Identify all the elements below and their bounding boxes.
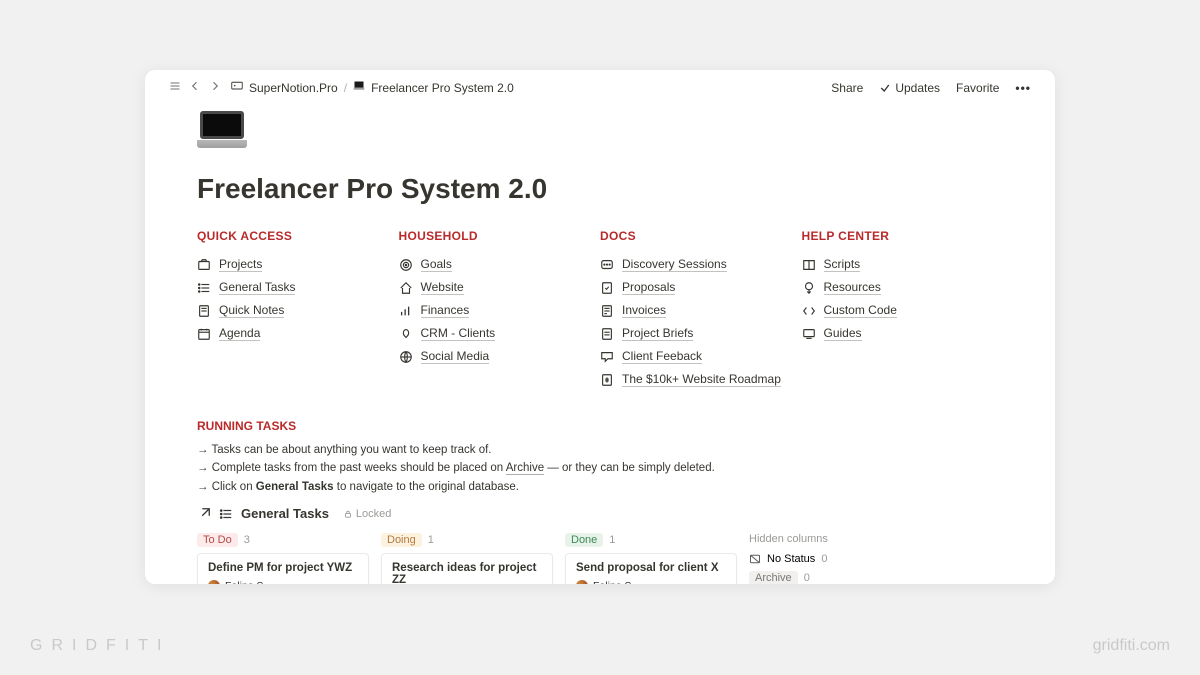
status-tag-done[interactable]: Done (565, 533, 603, 547)
list-icon (219, 507, 233, 521)
section-heading: QUICK ACCESS (197, 229, 399, 243)
card-title: Define PM for project YWZ (208, 562, 358, 574)
avatar-icon (208, 580, 220, 584)
done-count: 1 (609, 534, 615, 546)
quick-links-grid: QUICK ACCESS Projects General Tasks Quic… (197, 229, 1003, 391)
page-icon-small (353, 80, 365, 95)
workspace-icon (231, 80, 243, 95)
section-quick-access: QUICK ACCESS Projects General Tasks Quic… (197, 229, 399, 391)
back-arrow-icon[interactable] (189, 80, 201, 95)
status-tag-doing[interactable]: Doing (381, 533, 422, 547)
page-title: Freelancer Pro System 2.0 (197, 173, 1003, 205)
running-tasks-section: RUNNING TASKS → Tasks can be about anyth… (197, 419, 1003, 584)
topbar: SuperNotion.Pro / Freelancer Pro System … (145, 70, 1055, 95)
running-tasks-heading: RUNNING TASKS (197, 419, 1003, 433)
status-tag-todo[interactable]: To Do (197, 533, 238, 547)
favorite-button[interactable]: Favorite (956, 81, 999, 95)
section-household: HOUSEHOLD Goals Website Finances (399, 229, 601, 391)
page-cover-icon[interactable] (197, 111, 247, 155)
link-project-briefs[interactable]: Project Briefs (600, 322, 802, 345)
link-resources[interactable]: Resources (802, 276, 1004, 299)
section-heading: DOCS (600, 229, 802, 243)
task-card[interactable]: Send proposal for client X Felipe S. Mar… (565, 553, 737, 584)
app-window: SuperNotion.Pro / Freelancer Pro System … (145, 70, 1055, 584)
locked-indicator: Locked (343, 508, 391, 520)
hidden-columns-heading: Hidden columns (749, 529, 899, 545)
watermark-left: GRIDFITI (30, 637, 170, 655)
link-proposals[interactable]: Proposals (600, 276, 802, 299)
link-general-tasks[interactable]: General Tasks (197, 276, 399, 299)
running-tasks-note-3: → Click on General Tasks to navigate to … (197, 478, 1003, 496)
hidden-column-archive[interactable]: Archive 0 (749, 571, 899, 584)
running-tasks-note-1: → Tasks can be about anything you want t… (197, 441, 1003, 459)
link-social-media[interactable]: Social Media (399, 345, 601, 368)
avatar-icon (576, 580, 588, 584)
hidden-column-no-status[interactable]: No Status 0 (749, 553, 899, 565)
todo-count: 3 (244, 534, 250, 546)
crumb-root[interactable]: SuperNotion.Pro (249, 81, 338, 95)
section-docs: DOCS Discovery Sessions Proposals Invoic… (600, 229, 802, 391)
link-scripts[interactable]: Scripts (802, 253, 1004, 276)
link-custom-code[interactable]: Custom Code (802, 299, 1004, 322)
database-title[interactable]: General Tasks (241, 506, 329, 521)
card-author: Felipe S. (208, 580, 358, 584)
updates-button[interactable]: Updates (879, 81, 940, 95)
running-tasks-note-2: → Complete tasks from the past weeks sho… (197, 459, 1003, 477)
link-10k-roadmap[interactable]: The $10k+ Website Roadmap (600, 368, 802, 391)
link-projects[interactable]: Projects (197, 253, 399, 276)
link-invoices[interactable]: Invoices (600, 299, 802, 322)
task-card[interactable]: Research ideas for project ZZ Felipe S. … (381, 553, 553, 584)
section-heading: HELP CENTER (802, 229, 1004, 243)
database-header: General Tasks Locked (197, 506, 1003, 521)
board-column-doing: Doing 1 Research ideas for project ZZ Fe… (381, 529, 553, 584)
link-goals[interactable]: Goals (399, 253, 601, 276)
link-crm-clients[interactable]: CRM - Clients (399, 322, 601, 345)
doing-count: 1 (428, 534, 434, 546)
hamburger-icon[interactable] (169, 80, 181, 95)
link-client-feedback[interactable]: Client Feeback (600, 345, 802, 368)
board-column-done: Done 1 Send proposal for client X Felipe… (565, 529, 737, 584)
general-tasks-bold: General Tasks (256, 481, 334, 493)
link-discovery-sessions[interactable]: Discovery Sessions (600, 253, 802, 276)
card-author: Felipe S. (576, 580, 726, 584)
share-button[interactable]: Share (831, 81, 863, 95)
section-heading: HOUSEHOLD (399, 229, 601, 243)
crumb-page[interactable]: Freelancer Pro System 2.0 (371, 81, 514, 95)
link-website[interactable]: Website (399, 276, 601, 299)
board-column-todo: To Do 3 Define PM for project YWZ Felipe… (197, 529, 369, 584)
hidden-columns: Hidden columns No Status 0 Archive 0 (749, 529, 899, 584)
card-title: Research ideas for project ZZ (392, 562, 542, 584)
task-card[interactable]: Define PM for project YWZ Felipe S. Mar … (197, 553, 369, 584)
breadcrumb: SuperNotion.Pro / Freelancer Pro System … (231, 80, 514, 95)
card-title: Send proposal for client X (576, 562, 726, 574)
watermark-right: gridfiti.com (1093, 637, 1170, 655)
link-agenda[interactable]: Agenda (197, 322, 399, 345)
more-menu-icon[interactable]: ••• (1015, 81, 1031, 95)
forward-arrow-icon[interactable] (209, 80, 221, 95)
open-icon[interactable] (197, 507, 211, 521)
link-guides[interactable]: Guides (802, 322, 1004, 345)
crumb-separator: / (344, 81, 347, 95)
link-finances[interactable]: Finances (399, 299, 601, 322)
kanban-board: To Do 3 Define PM for project YWZ Felipe… (197, 529, 1003, 584)
link-quick-notes[interactable]: Quick Notes (197, 299, 399, 322)
archive-link[interactable]: Archive (506, 462, 544, 475)
section-help-center: HELP CENTER Scripts Resources Custom Cod… (802, 229, 1004, 391)
